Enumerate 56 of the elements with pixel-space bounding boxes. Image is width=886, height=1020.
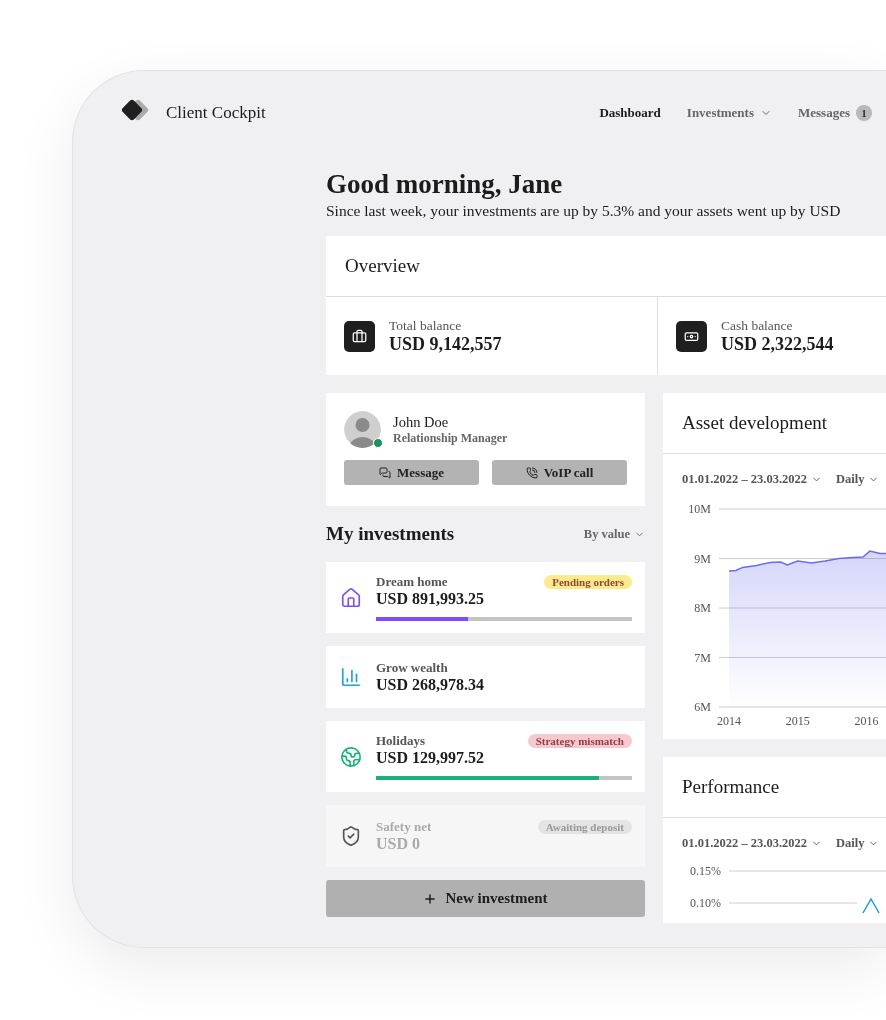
brand-name: Client Cockpit [166,103,266,123]
message-button[interactable]: Message [344,460,479,485]
investment-value: USD 129,997.52 [376,749,485,767]
date-range-dropdown[interactable]: 01.01.2022 – 23.03.2022 [682,836,822,851]
axis-label: 10M [688,502,711,516]
date-range-dropdown[interactable]: 01.01.2022 – 23.03.2022 [682,472,822,487]
investment-value: USD 268,978.34 [376,676,485,694]
status-badge: Strategy mismatch [527,734,632,748]
sort-dropdown[interactable]: By value [583,526,645,542]
avatar [344,411,381,448]
phone-icon [525,466,538,479]
axis-label: 0.10% [690,896,721,910]
axis-label: 2014 [717,714,741,728]
status-badge: Awaiting deposit [537,820,632,834]
section-title: My investments [326,523,455,545]
nav-link[interactable]: Messages 1 [798,105,872,121]
nav-link[interactable]: Investments [686,105,772,121]
investment-name: Safety net [376,819,432,835]
investment-value: USD 891,993.25 [376,590,485,608]
investment-card[interactable]: Dream home Pending orders USD 891,993.25 [326,562,645,633]
axis-label: 8M [694,601,711,615]
axis-label: 9M [694,551,711,566]
axis-label: 2016 [854,714,879,728]
interval-dropdown[interactable]: Daily [836,836,880,851]
chat-icon [379,466,392,479]
interval-dropdown[interactable]: Daily [836,472,880,487]
card-title: Performance [682,776,780,798]
chart-line [862,897,880,914]
axis-label: 2015 [785,714,810,728]
investment-name: Holidays [376,733,426,749]
axis-label: 0.15% [690,864,721,878]
stat-label: Cash balance [721,317,794,334]
card-title: Overview [345,255,420,277]
plus-icon [423,891,438,906]
investment-name: Grow wealth [376,660,448,676]
investment-value: USD 0 [376,835,421,853]
greeting-title: Good morning, Jane [326,169,564,200]
new-investment-button[interactable]: New investment [326,880,645,917]
nav-link[interactable]: Dashboard [599,105,661,121]
count-badge: 1 [856,105,872,121]
investment-name: Dream home [376,574,448,590]
stat-value: USD 9,142,557 [389,333,502,355]
manager-name: John Doe [393,413,450,431]
cash-icon [676,320,707,352]
axis-label: 6M [694,700,711,714]
axis-label: 7M [694,650,711,665]
stat-label: Total balance [389,317,463,334]
investment-card[interactable]: Grow wealth USD 268,978.34 [326,646,645,708]
status-badge: Pending orders [544,575,632,589]
stat-value: USD 2,322,544 [721,333,834,355]
briefcase-icon [344,320,375,352]
card-title: Asset development [682,412,828,434]
greeting-subtitle: Since last week, your investments are up by 5.3% and your assets went up by USD [326,202,842,220]
investment-card[interactable]: Holidays Strategy mismatch USD 129,997.52 [326,721,645,792]
manager-role: Relationship Manager [393,430,508,446]
call-button[interactable]: VoIP call [492,460,627,485]
